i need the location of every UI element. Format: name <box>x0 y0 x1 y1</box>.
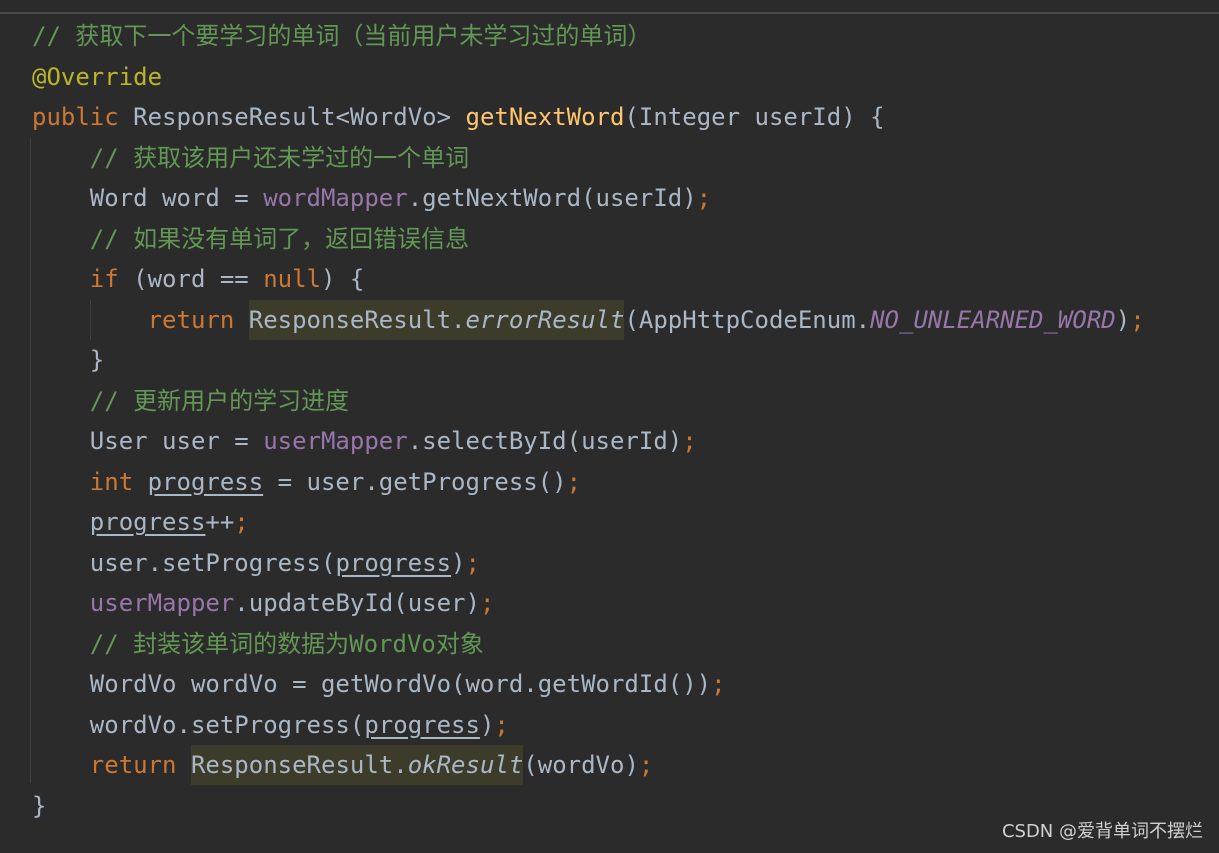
code-token: WordVo wordVo = getWordVo(word.getWordId… <box>32 670 712 698</box>
code-token: if <box>89 265 134 293</box>
code-token: // 封装该单词的数据为WordVo对象 <box>89 629 484 658</box>
code-token: wordVo.setProgress( <box>32 710 365 739</box>
code-token: ResponseResult<WordVo> <box>133 103 466 131</box>
code-token: progress <box>335 548 452 577</box>
code-token: ; <box>1130 305 1145 334</box>
code-token: ++ <box>205 508 235 536</box>
code-line[interactable]: return ResponseResult.errorResult(AppHtt… <box>32 299 1145 340</box>
code-line[interactable]: int progress = user.getProgress(); <box>32 462 581 502</box>
code-token: ) <box>479 710 495 739</box>
code-token: public <box>32 103 134 131</box>
code-token: null <box>263 265 321 293</box>
editor-top-border <box>0 12 1219 14</box>
code-line[interactable]: userMapper.updateById(user); <box>32 583 495 623</box>
code-line[interactable]: wordVo.setProgress(progress); <box>32 705 509 745</box>
code-token: userMapper <box>263 427 408 455</box>
indent-guide-method <box>30 138 31 783</box>
code-token: getNextWord <box>465 103 625 131</box>
code-token: userMapper <box>89 589 235 617</box>
code-line[interactable]: // 如果没有单词了，返回错误信息 <box>32 219 469 259</box>
code-token: User user = <box>32 427 264 455</box>
code-line[interactable]: // 获取下一个要学习的单词（当前用户未学习过的单词） <box>32 16 651 56</box>
code-token: ; <box>494 710 509 739</box>
code-token: (wordVo) <box>523 751 639 779</box>
code-token: ; <box>234 508 249 536</box>
code-token: (Integer userId) { <box>624 103 885 131</box>
code-token: // 更新用户的学习进度 <box>89 386 350 415</box>
code-token: return <box>89 751 191 779</box>
code-token: int <box>89 467 148 496</box>
code-token: // 如果没有单词了，返回错误信息 <box>89 224 470 253</box>
code-line[interactable]: return ResponseResult.okResult(wordVo); <box>32 745 653 785</box>
code-line[interactable]: progress++; <box>32 502 249 542</box>
code-token: .selectById(userId) <box>407 427 683 455</box>
code-token: .updateById(user) <box>234 589 480 617</box>
code-token: ; <box>479 589 495 617</box>
code-line[interactable]: } <box>32 786 46 826</box>
code-token: } <box>32 791 47 820</box>
code-token: wordMapper <box>263 184 408 212</box>
code-token: ) <box>451 548 466 577</box>
code-token: user.setProgress( <box>32 548 336 577</box>
code-line[interactable]: WordVo wordVo = getWordVo(word.getWordId… <box>32 664 726 704</box>
code-token: ) { <box>321 265 365 293</box>
code-token: NO_UNLEARNED_WORD <box>870 305 1116 334</box>
code-token: ; <box>711 670 726 698</box>
code-token: ; <box>696 184 712 212</box>
code-token: ResponseResult. <box>248 299 466 340</box>
code-line[interactable]: } <box>32 340 104 380</box>
code-token: ; <box>465 548 480 577</box>
code-token: .getNextWord(userId) <box>407 184 697 212</box>
code-line[interactable]: // 获取该用户还未学过的一个单词 <box>32 138 469 178</box>
code-token: (word == <box>133 265 264 293</box>
code-line[interactable]: User user = userMapper.selectById(userId… <box>32 421 697 461</box>
code-line[interactable]: public ResponseResult<WordVo> getNextWor… <box>32 97 885 137</box>
code-token: return <box>147 305 249 334</box>
code-line[interactable]: @Override <box>32 57 162 97</box>
code-token: errorResult <box>465 299 625 340</box>
code-token: ) <box>1115 305 1131 334</box>
code-line[interactable]: if (word == null) { <box>32 259 365 299</box>
code-token: ; <box>638 751 654 779</box>
code-line[interactable]: user.setProgress(progress); <box>32 543 480 583</box>
code-token: okResult <box>407 745 524 785</box>
code-token: progress <box>364 710 480 739</box>
code-line[interactable]: Word word = wordMapper.getNextWord(userI… <box>32 178 711 218</box>
code-token: } <box>32 346 105 374</box>
code-token: Word word = <box>32 184 264 212</box>
code-token: // 获取下一个要学习的单词（当前用户未学习过的单词） <box>32 22 652 50</box>
code-token: progress <box>147 467 264 496</box>
code-token: ; <box>682 427 697 455</box>
code-token: ; <box>566 467 582 496</box>
code-token: = user.getProgress() <box>263 467 567 496</box>
code-token: (AppHttpCodeEnum. <box>624 305 871 334</box>
code-token: // 获取该用户还未学过的一个单词 <box>89 143 470 172</box>
code-line[interactable]: // 更新用户的学习进度 <box>32 381 349 421</box>
watermark: CSDN @爱背单词不摆烂 <box>1001 821 1203 842</box>
code-editor[interactable]: // 获取下一个要学习的单词（当前用户未学习过的单词） @Override publ… <box>0 0 1219 853</box>
code-token: ResponseResult. <box>190 745 408 785</box>
code-token: @Override <box>32 62 163 91</box>
code-line[interactable]: // 封装该单词的数据为WordVo对象 <box>32 624 484 664</box>
code-token: progress <box>89 508 206 536</box>
